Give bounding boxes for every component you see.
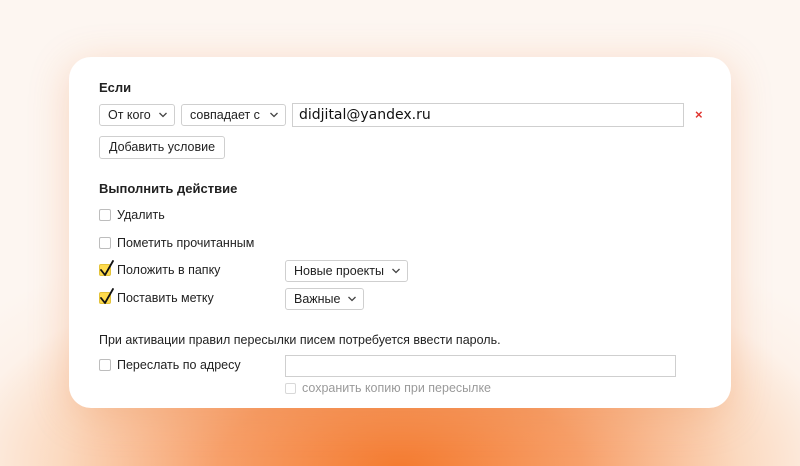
action-delete-label: Удалить: [117, 208, 165, 222]
forward-checkbox[interactable]: [99, 359, 111, 371]
chevron-down-icon: [270, 112, 278, 118]
checkmark-icon: [100, 260, 114, 276]
condition-field-select[interactable]: От кого: [99, 104, 175, 126]
action-mark-read-label: Пометить прочитанным: [117, 236, 255, 250]
condition-operator-select[interactable]: совпадает с: [181, 104, 286, 126]
keep-copy-checkbox[interactable]: [285, 383, 296, 394]
chevron-down-icon: [159, 112, 167, 118]
forward-address-input[interactable]: [285, 355, 676, 377]
close-icon[interactable]: ×: [695, 108, 703, 122]
actions-title: Выполнить действие: [99, 181, 238, 196]
action-mark-read-checkbox[interactable]: [99, 237, 111, 249]
action-delete-checkbox[interactable]: [99, 209, 111, 221]
forward-label: Переслать по адресу: [117, 358, 241, 372]
chevron-down-icon: [348, 296, 356, 302]
condition-title: Если: [99, 80, 132, 95]
forward-password-notice: При активации правил пересылки писем пот…: [99, 333, 501, 347]
condition-field-value: От кого: [108, 108, 151, 122]
label-select-value: Важные: [294, 292, 341, 306]
label-select[interactable]: Важные: [285, 288, 364, 310]
folder-select[interactable]: Новые проекты: [285, 260, 408, 282]
checkmark-icon: [100, 288, 114, 304]
action-move-folder-checkbox[interactable]: [99, 260, 114, 276]
filter-rule-card: Если От кого совпадает с didjital@yandex…: [69, 57, 731, 408]
keep-copy-label: сохранить копию при пересылке: [302, 381, 492, 395]
chevron-down-icon: [392, 268, 400, 274]
action-set-label-label: Поставить метку: [117, 291, 214, 305]
action-move-folder-label: Положить в папку: [117, 263, 221, 277]
condition-value-input[interactable]: didjital@yandex.ru: [292, 103, 684, 127]
folder-select-value: Новые проекты: [294, 264, 384, 278]
condition-operator-value: совпадает с: [190, 108, 260, 122]
action-set-label-checkbox[interactable]: [99, 288, 114, 304]
add-condition-button[interactable]: Добавить условие: [99, 136, 226, 159]
